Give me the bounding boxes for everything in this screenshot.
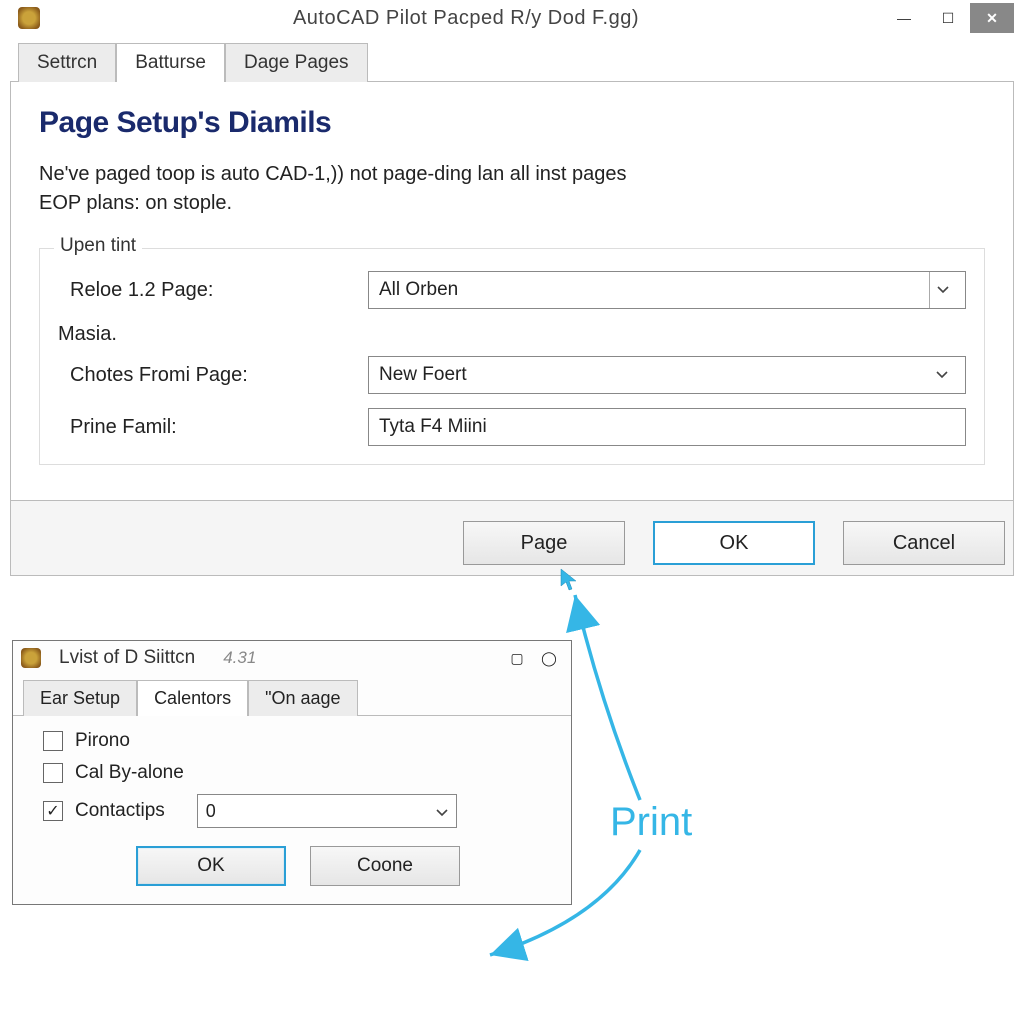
page-button[interactable]: Page xyxy=(463,521,625,565)
chotes-fromi-select[interactable]: New Foert xyxy=(368,356,966,394)
body-text-line1: Ne've paged toop is auto CAD-1,)) not pa… xyxy=(39,163,627,185)
window-title: AutoCAD Pilot Pacped R/y Dod F.gg) xyxy=(50,7,882,30)
tab-settrcn[interactable]: Settrcn xyxy=(18,43,116,82)
prine-famil-value: Tyta F4 Miini xyxy=(379,416,487,438)
reloe-page-select[interactable]: All Orben xyxy=(368,271,966,309)
print-annotation-label: Print xyxy=(610,800,692,845)
chotes-fromi-row: Chotes Fromi Page: New Foert xyxy=(58,356,966,394)
cal-by-alone-row: Cal By-alone xyxy=(43,762,553,784)
cursor-icon xyxy=(560,568,578,592)
contactips-select[interactable]: 0 xyxy=(197,794,457,828)
cal-by-alone-label: Cal By-alone xyxy=(75,762,184,784)
tab-content: Page Setup's Diamils Ne've paged toop is… xyxy=(10,81,1014,501)
cancel-button[interactable]: Cancel xyxy=(843,521,1005,565)
tab-dage-pages[interactable]: Dage Pages xyxy=(225,43,368,82)
pirono-checkbox[interactable] xyxy=(43,731,63,751)
chevron-down-icon xyxy=(929,357,955,393)
app-icon xyxy=(18,7,40,29)
page-setup-dialog: AutoCAD Pilot Pacped R/y Dod F.gg) — ☐ ✕… xyxy=(10,0,1014,576)
tabstrip: Ear Setup Calentors "On aage xyxy=(13,679,571,715)
chevron-down-icon xyxy=(929,272,955,308)
prine-famil-row: Prine Famil: Tyta F4 Miini xyxy=(58,408,966,446)
reloe-page-row: Reloe 1.2 Page: All Orben xyxy=(58,271,966,309)
tab-ear-setup[interactable]: Ear Setup xyxy=(23,680,137,716)
window-title: Lvist of D Siittcn xyxy=(59,647,195,669)
tab-on-aage[interactable]: "On aage xyxy=(248,680,357,716)
reloe-page-value: All Orben xyxy=(379,279,929,301)
prine-famil-label: Prine Famil: xyxy=(58,416,368,439)
body-text-line2: EOP plans: on stople. xyxy=(39,192,232,214)
close-button[interactable]: ✕ xyxy=(970,3,1014,33)
masia-label: Masia. xyxy=(58,323,966,346)
contactips-select-value: 0 xyxy=(206,801,436,822)
upen-tint-group: Upen tint Reloe 1.2 Page: All Orben Masi… xyxy=(39,248,985,465)
dialog-buttons: OK Coone xyxy=(43,846,553,886)
prine-famil-input[interactable]: Tyta F4 Miini xyxy=(368,408,966,446)
section-title: Page Setup's Diamils xyxy=(39,106,985,140)
reloe-page-label: Reloe 1.2 Page: xyxy=(58,279,368,302)
coone-button[interactable]: Coone xyxy=(310,846,460,886)
body-text: Ne've paged toop is auto CAD-1,)) not pa… xyxy=(39,160,985,218)
close-icon[interactable]: ◯ xyxy=(537,650,561,667)
app-icon xyxy=(21,648,41,668)
chotes-fromi-value: New Foert xyxy=(379,364,929,386)
version-label: 4.31 xyxy=(223,648,256,668)
pirono-label: Pirono xyxy=(75,730,130,752)
ok-button[interactable]: OK xyxy=(653,521,815,565)
tab-batturse[interactable]: Batturse xyxy=(116,43,225,82)
ok-button[interactable]: OK xyxy=(136,846,286,886)
tab-content: Pirono Cal By-alone ✓ Contactips 0 OK Co… xyxy=(13,715,571,904)
cal-by-alone-checkbox[interactable] xyxy=(43,763,63,783)
dialog-buttons: Page OK Cancel xyxy=(10,501,1014,576)
maximize-button[interactable]: ☐ xyxy=(926,3,970,33)
group-legend: Upen tint xyxy=(54,235,142,257)
list-dialog: Lvist of D Siittcn 4.31 ▢ ◯ Ear Setup Ca… xyxy=(12,640,572,905)
chevron-down-icon xyxy=(436,801,448,822)
titlebar: AutoCAD Pilot Pacped R/y Dod F.gg) — ☐ ✕ xyxy=(10,0,1014,36)
contactips-checkbox[interactable]: ✓ xyxy=(43,801,63,821)
tabstrip: Settrcn Batturse Dage Pages xyxy=(10,42,1014,81)
chotes-fromi-label: Chotes Fromi Page: xyxy=(58,364,368,387)
maximize-icon[interactable]: ▢ xyxy=(505,650,529,667)
contactips-label: Contactips xyxy=(75,800,165,822)
contactips-row: ✓ Contactips 0 xyxy=(43,794,553,828)
minimize-button[interactable]: — xyxy=(882,3,926,33)
window-controls: — ☐ ✕ xyxy=(882,3,1014,33)
tab-calentors[interactable]: Calentors xyxy=(137,680,248,716)
titlebar: Lvist of D Siittcn 4.31 ▢ ◯ xyxy=(13,641,571,675)
pirono-row: Pirono xyxy=(43,730,553,752)
